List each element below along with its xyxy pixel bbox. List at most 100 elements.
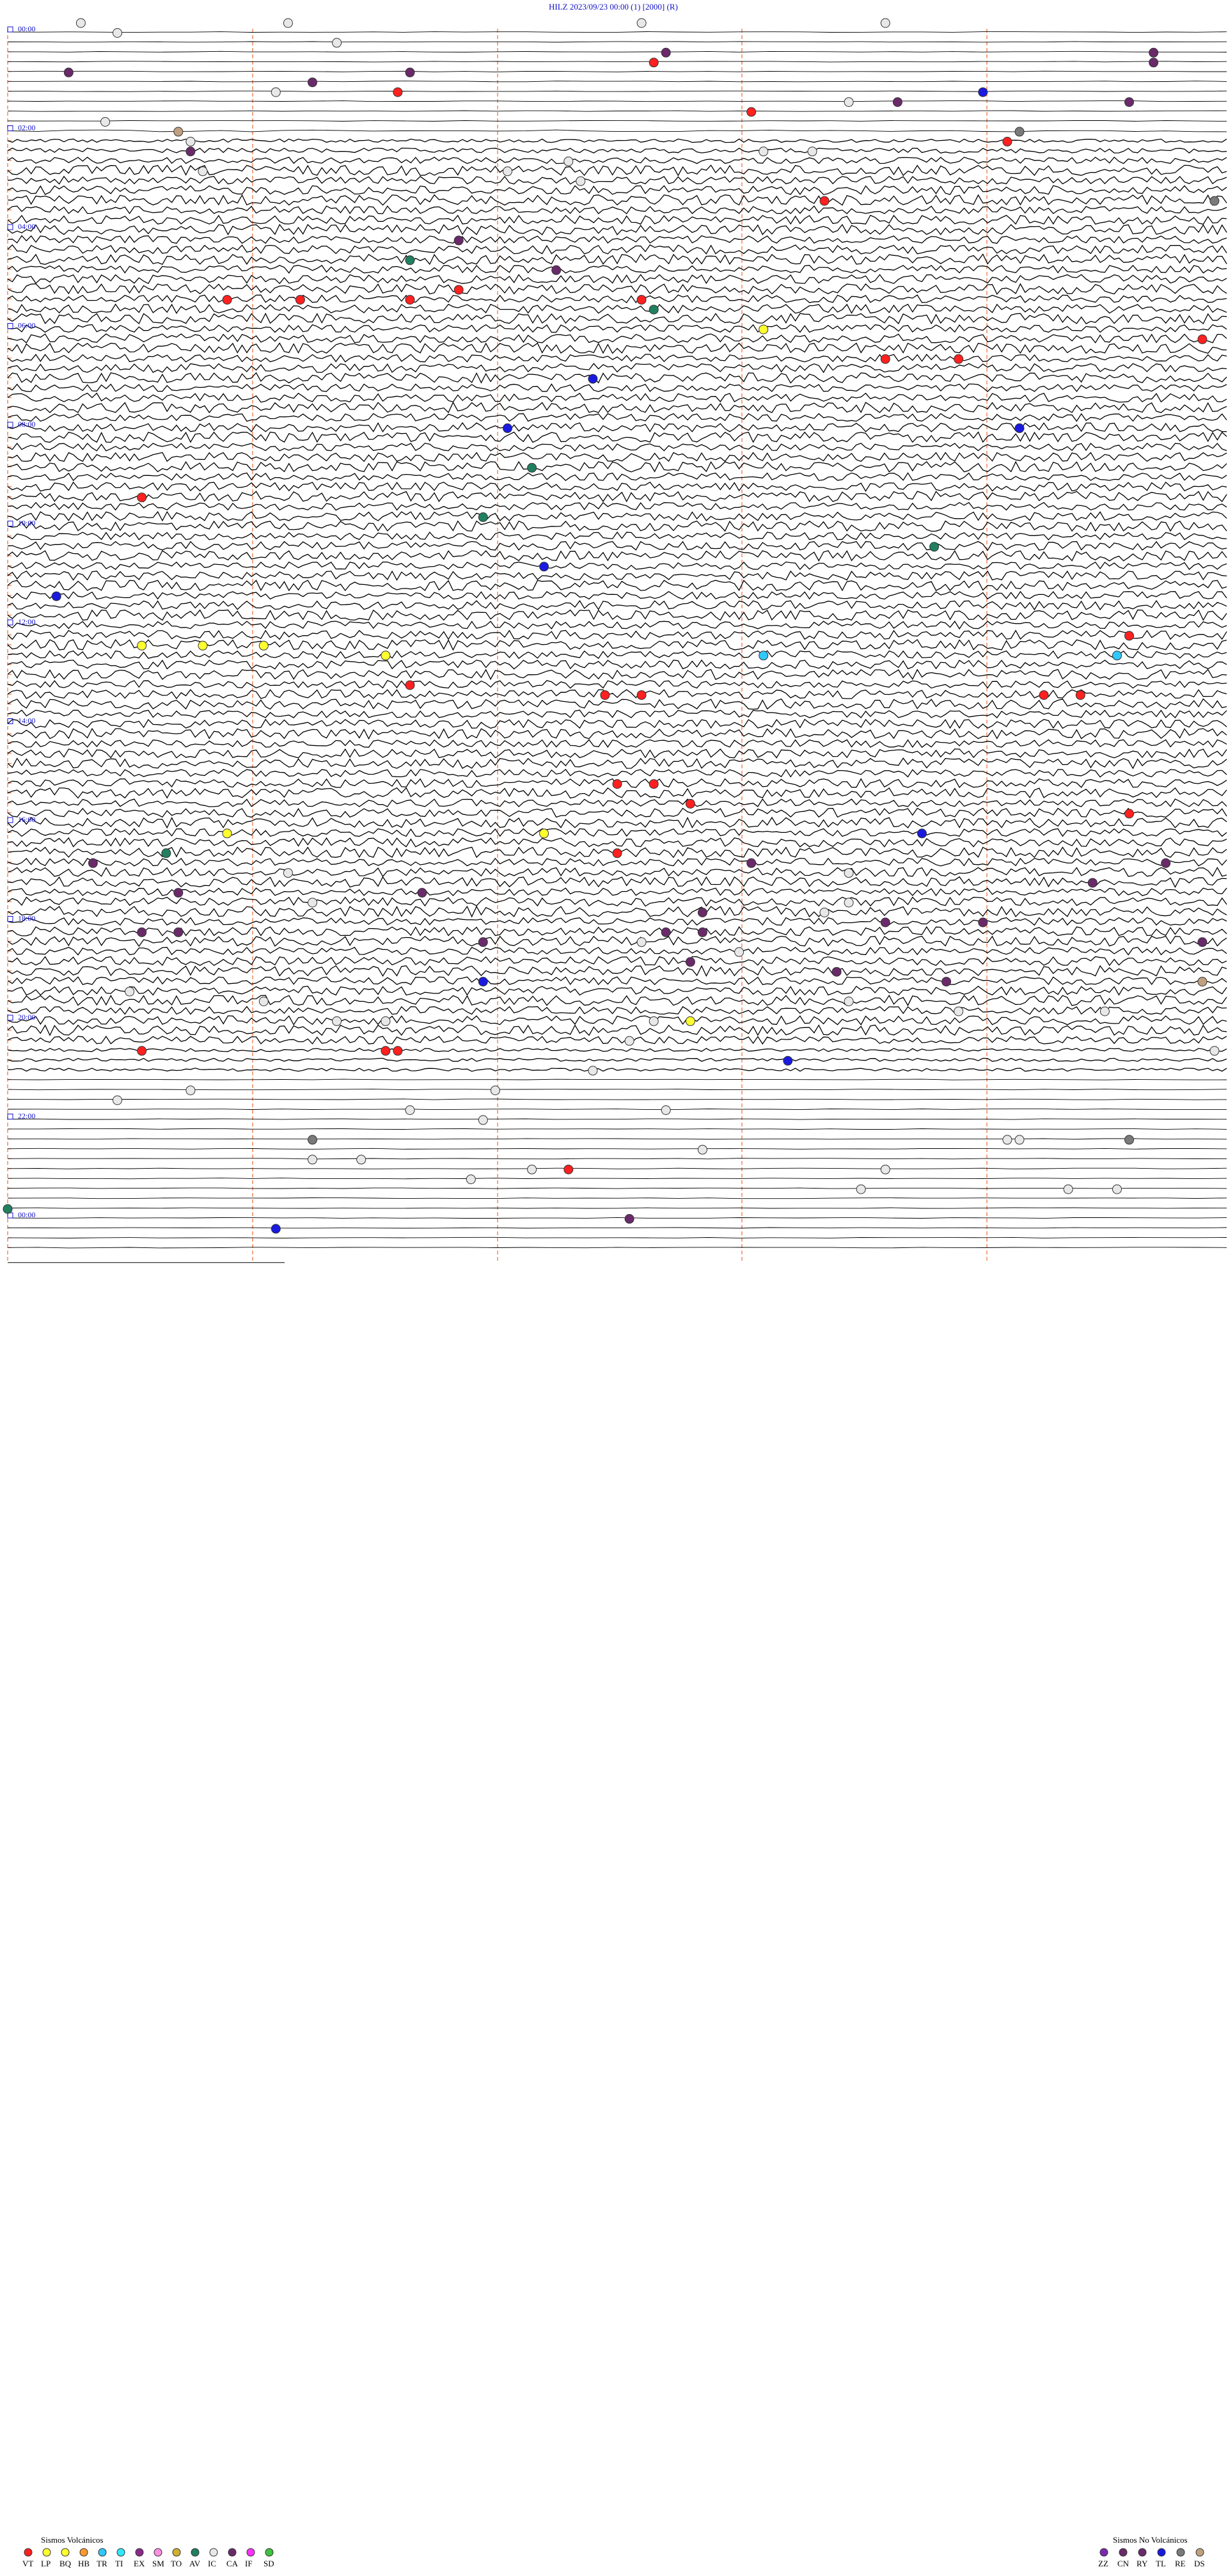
trace-line	[7, 1098, 1227, 1100]
legend-nonvolcanic-title: Sismos No Volcánicos	[1113, 2535, 1188, 2545]
event-marker-ca	[453, 235, 464, 246]
event-marker-vt	[1039, 690, 1049, 700]
legend-dot-sd	[265, 2548, 274, 2557]
trace-line	[7, 956, 1227, 967]
legend-dot-hb	[79, 2548, 88, 2557]
trace-line	[7, 828, 1227, 837]
event-marker-ic	[100, 117, 110, 127]
hour-box	[7, 817, 13, 823]
legend-label-ic: IC	[208, 2559, 216, 2568]
legend-volcanic-title: Sismos Volcánicos	[41, 2535, 103, 2545]
event-marker-ic	[185, 1086, 196, 1096]
header-title: HILZ 2023/09/23 00:00 (1) [2000] (R)	[549, 2, 678, 12]
legend-label-vt: VT	[22, 2559, 33, 2568]
event-marker-ca	[88, 858, 98, 868]
event-marker-tr	[1112, 651, 1122, 661]
event-marker-vt	[405, 680, 415, 690]
trace-line	[7, 698, 1227, 710]
legend-dot-zz	[1099, 2548, 1108, 2557]
event-marker-ic	[271, 87, 281, 97]
event-marker-vt	[393, 87, 403, 97]
trace-line	[7, 520, 1227, 532]
trace-line	[7, 668, 1227, 681]
event-marker-vt	[612, 779, 622, 789]
legend-label-av: AV	[189, 2559, 201, 2568]
event-marker-ic	[1014, 1135, 1025, 1145]
trace-line	[7, 120, 1227, 122]
event-marker-vt	[636, 690, 647, 700]
trace-line	[7, 748, 1227, 759]
trace-line	[7, 1057, 1227, 1062]
trace-line	[7, 896, 1227, 907]
trace-line	[8, 1128, 1227, 1130]
hour-label: 02:00	[18, 123, 35, 132]
event-marker-lp	[759, 324, 769, 335]
event-marker-ic	[1063, 1184, 1073, 1194]
event-marker-ic	[844, 997, 854, 1006]
trace-line	[7, 253, 1227, 265]
event-marker-vt	[137, 1046, 147, 1056]
trace-line	[7, 1217, 1227, 1219]
legend-dot-re	[1176, 2548, 1185, 2557]
event-marker-tl	[978, 87, 988, 97]
event-marker-ic	[880, 18, 890, 28]
legend-dot-ca	[228, 2548, 237, 2557]
trace-line	[7, 185, 1227, 196]
trace-line	[7, 580, 1227, 592]
trace-line	[7, 866, 1227, 878]
event-marker-re	[1014, 127, 1025, 137]
event-marker-ic	[185, 136, 196, 146]
event-marker-vt	[636, 295, 647, 305]
trace-line	[7, 1167, 1227, 1169]
trace-line	[7, 70, 1227, 72]
trace-line	[7, 837, 1227, 848]
event-marker-vt	[819, 196, 830, 206]
event-marker-ic	[856, 1184, 866, 1194]
event-marker-vt	[1124, 809, 1134, 819]
trace-line	[7, 1148, 1227, 1150]
trace-line	[7, 638, 1227, 651]
legend-volcanic-items: VT LP BQ HB TR TI EX SM TO AV IC CA IF SD	[22, 2548, 274, 2568]
legend-label-sd: SD	[264, 2559, 274, 2568]
event-marker-tl	[271, 1224, 281, 1234]
event-marker-tl	[1014, 423, 1025, 433]
legend-label-lp: LP	[41, 2559, 51, 2568]
trace-line	[7, 472, 1227, 482]
trace-line	[7, 283, 1227, 295]
trace-line	[7, 985, 1227, 996]
legend-dot-vt	[24, 2548, 33, 2557]
event-marker-ca	[173, 888, 184, 898]
trace-line	[7, 629, 1227, 640]
trace-line	[7, 887, 1227, 897]
hour-box	[7, 422, 13, 428]
event-marker-lp	[198, 640, 208, 651]
event-marker-ic	[125, 986, 135, 997]
trace-line	[7, 443, 1227, 452]
event-marker-ic	[636, 18, 647, 28]
trace-line	[7, 431, 1227, 443]
seismic-traces	[7, 31, 1227, 1263]
event-marker-re	[1209, 196, 1220, 206]
legend-dot-bq	[61, 2548, 70, 2557]
event-marker-ds	[1197, 977, 1208, 987]
event-marker-ic	[661, 1105, 671, 1115]
event-marker-vt	[649, 779, 659, 789]
trace-line	[7, 422, 1227, 433]
event-marker-vt	[1197, 334, 1208, 344]
trace-line	[7, 935, 1227, 947]
event-marker-ca	[685, 957, 695, 967]
legend-label-sm: SM	[152, 2559, 164, 2568]
trace-line	[7, 659, 1227, 670]
hour-label: 14:00	[18, 716, 35, 725]
event-marker-ca	[697, 908, 707, 917]
trace-line	[7, 461, 1227, 473]
event-marker-ic	[734, 947, 744, 957]
trace-line	[7, 768, 1227, 778]
trace-line	[7, 1048, 1227, 1052]
trace-line	[7, 502, 1227, 511]
event-marker-vt	[137, 493, 147, 503]
hour-box	[7, 26, 13, 33]
trace-line	[7, 31, 1227, 33]
trace-line	[7, 274, 1227, 285]
legend-label-hb: HB	[78, 2559, 90, 2568]
